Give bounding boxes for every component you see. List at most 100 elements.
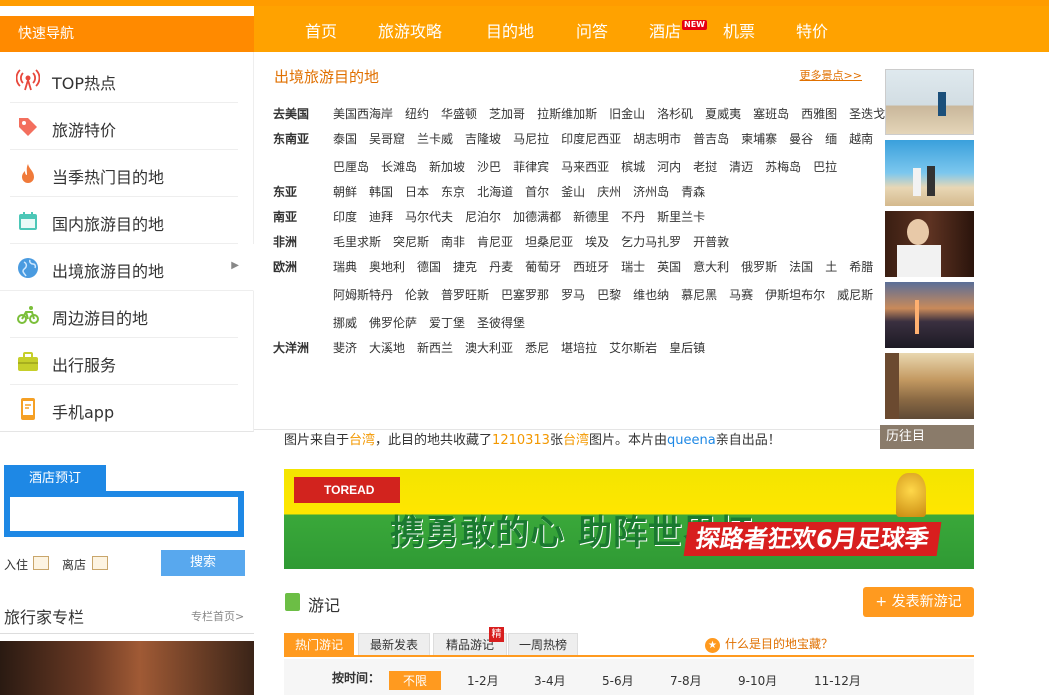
destination-link[interactable]: 伦敦 xyxy=(405,288,429,302)
destination-link[interactable]: 巴黎 xyxy=(597,288,621,302)
destination-link[interactable]: 纽约 xyxy=(405,107,429,121)
destination-link[interactable]: 毛里求斯 xyxy=(333,235,381,249)
destination-link[interactable]: 朝鲜 xyxy=(333,185,357,199)
destination-link[interactable]: 吉隆坡 xyxy=(465,132,501,146)
destination-link[interactable]: 悉尼 xyxy=(525,341,549,355)
thumb-couple[interactable] xyxy=(885,140,974,206)
destination-link[interactable]: 爱丁堡 xyxy=(429,316,465,330)
treasure-link[interactable]: ★ 什么是目的地宝藏？ xyxy=(705,635,833,653)
destination-link[interactable]: 斯里兰卡 xyxy=(657,210,705,224)
destination-link[interactable]: 北海道 xyxy=(477,185,513,199)
thumb-portrait[interactable] xyxy=(885,211,974,277)
destination-link[interactable]: 长滩岛 xyxy=(381,160,417,174)
destination-link[interactable]: 芝加哥 xyxy=(489,107,525,121)
destination-link[interactable]: 乞力马扎罗 xyxy=(621,235,681,249)
nav-qa[interactable]: 问答 xyxy=(576,18,608,42)
destination-link[interactable]: 加德满都 xyxy=(513,210,561,224)
destination-link[interactable]: 坦桑尼亚 xyxy=(525,235,573,249)
destination-link[interactable]: 圣迭戈 xyxy=(849,107,885,121)
destination-link[interactable]: 马尼拉 xyxy=(513,132,549,146)
nav-guides[interactable]: 旅游攻略 xyxy=(378,18,442,42)
destination-link[interactable]: 大溪地 xyxy=(369,341,405,355)
destination-link[interactable]: 葡萄牙 xyxy=(525,260,561,274)
quick-nav-item-deals[interactable]: 旅游特价 xyxy=(10,103,238,150)
destination-link[interactable]: 奥地利 xyxy=(369,260,405,274)
destination-link[interactable]: 罗马 xyxy=(561,288,585,302)
destination-link[interactable]: 维也纳 xyxy=(633,288,669,302)
destination-link[interactable]: 河内 xyxy=(657,160,681,174)
destination-link[interactable]: 西雅图 xyxy=(801,107,837,121)
destination-link[interactable]: 开普敦 xyxy=(693,235,729,249)
hotel-search-input[interactable] xyxy=(4,491,244,537)
destination-link[interactable]: 沙巴 xyxy=(477,160,501,174)
filter-option[interactable]: 11-12月 xyxy=(814,672,861,689)
destination-link[interactable]: 日本 xyxy=(405,185,429,199)
destination-link[interactable]: 巴拉 xyxy=(813,160,837,174)
tab-weekly[interactable]: 一周热榜 xyxy=(508,633,578,655)
destination-link[interactable]: 越南 xyxy=(849,132,873,146)
destination-link[interactable]: 拉斯维加斯 xyxy=(537,107,597,121)
destination-link[interactable]: 兰卡威 xyxy=(417,132,453,146)
destination-link[interactable]: 老挝 xyxy=(693,160,717,174)
nav-hotel[interactable]: 酒店 xyxy=(649,18,681,42)
destination-link[interactable]: 胡志明市 xyxy=(633,132,681,146)
destination-link[interactable]: 柬埔寨 xyxy=(741,132,777,146)
filter-option[interactable]: 7-8月 xyxy=(670,672,702,689)
destination-link[interactable]: 首尔 xyxy=(525,185,549,199)
destination-link[interactable]: 普罗旺斯 xyxy=(441,288,489,302)
destination-link[interactable]: 英国 xyxy=(657,260,681,274)
destination-link[interactable]: 南非 xyxy=(441,235,465,249)
destination-link[interactable]: 印度尼西亚 xyxy=(561,132,621,146)
destination-link[interactable]: 肯尼亚 xyxy=(477,235,513,249)
new-travelogue-button[interactable]: + 发表新游记 xyxy=(863,587,974,617)
destination-link[interactable]: 阿姆斯特丹 xyxy=(333,288,393,302)
destination-link[interactable]: 德国 xyxy=(417,260,441,274)
destination-link[interactable]: 艾尔斯岩 xyxy=(609,341,657,355)
destination-link[interactable]: 新加坡 xyxy=(429,160,465,174)
history-button[interactable]: 历往目 xyxy=(880,425,974,449)
destination-link[interactable]: 土 xyxy=(825,260,837,274)
destination-link[interactable]: 东京 xyxy=(441,185,465,199)
more-destinations-link[interactable]: 更多景点>> xyxy=(800,67,862,83)
nav-flights[interactable]: 机票 xyxy=(723,18,755,42)
destination-link[interactable]: 捷克 xyxy=(453,260,477,274)
quick-nav-item-app[interactable]: 手机app xyxy=(10,385,238,432)
caption-place-link[interactable]: 台湾 xyxy=(349,433,375,448)
destination-link[interactable]: 槟城 xyxy=(621,160,645,174)
columnist-photo[interactable] xyxy=(0,641,254,695)
tab-hot[interactable]: 热门游记 xyxy=(284,633,354,655)
destination-link[interactable]: 印度 xyxy=(333,210,357,224)
destination-link[interactable]: 澳大利亚 xyxy=(465,341,513,355)
filter-all[interactable]: 不限 xyxy=(389,671,442,690)
destination-link[interactable]: 马尔代夫 xyxy=(405,210,453,224)
destination-link[interactable]: 希腊 xyxy=(849,260,873,274)
hotel-booking-tab[interactable]: 酒店预订 xyxy=(4,465,106,493)
destination-link[interactable]: 苏梅岛 xyxy=(765,160,801,174)
thumb-street[interactable] xyxy=(885,353,974,419)
destination-link[interactable]: 瑞典 xyxy=(333,260,357,274)
destination-link[interactable]: 釜山 xyxy=(561,185,585,199)
caption-user-link[interactable]: queena xyxy=(667,433,716,448)
destination-link[interactable]: 韩国 xyxy=(369,185,393,199)
destination-link[interactable]: 庆州 xyxy=(597,185,621,199)
destination-link[interactable]: 马来西亚 xyxy=(561,160,609,174)
destination-link[interactable]: 威尼斯 xyxy=(837,288,873,302)
filter-option[interactable]: 1-2月 xyxy=(467,672,499,689)
destination-link[interactable]: 新西兰 xyxy=(417,341,453,355)
destination-link[interactable]: 丹麦 xyxy=(489,260,513,274)
calendar-icon[interactable] xyxy=(33,556,49,570)
destination-link[interactable]: 美国西海岸 xyxy=(333,107,393,121)
columnist-home-link[interactable]: 专栏首页> xyxy=(191,608,244,624)
destination-link[interactable]: 瑞士 xyxy=(621,260,645,274)
destination-link[interactable]: 吴哥窟 xyxy=(369,132,405,146)
destination-link[interactable]: 夏威夷 xyxy=(705,107,741,121)
destination-link[interactable]: 菲律宾 xyxy=(513,160,549,174)
destination-link[interactable]: 迪拜 xyxy=(369,210,393,224)
destination-link[interactable]: 意大利 xyxy=(693,260,729,274)
destination-link[interactable]: 不丹 xyxy=(621,210,645,224)
destination-link[interactable]: 皇后镇 xyxy=(669,341,705,355)
destination-link[interactable]: 挪威 xyxy=(333,316,357,330)
quick-nav-item-outbound[interactable]: 出境旅游目的地 ▶ xyxy=(0,244,254,291)
destination-link[interactable]: 俄罗斯 xyxy=(741,260,777,274)
destination-link[interactable]: 曼谷 xyxy=(789,132,813,146)
